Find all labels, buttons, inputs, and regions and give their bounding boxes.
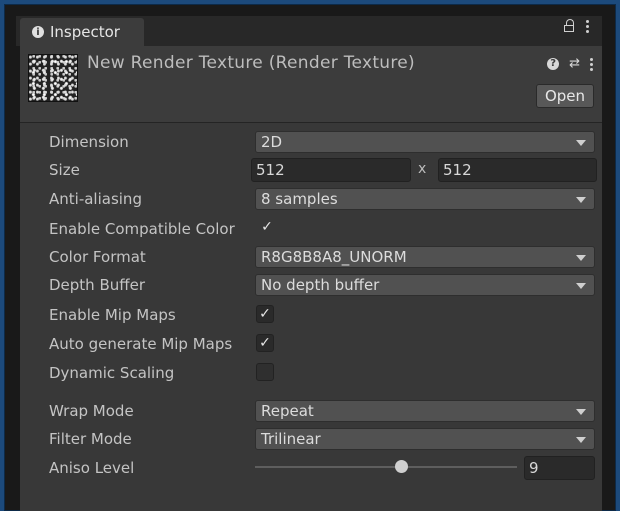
- asset-title: New Render Texture (Render Texture): [87, 53, 415, 73]
- size-width-field[interactable]: 512: [251, 158, 411, 182]
- dynamic-scaling-checkbox[interactable]: [256, 363, 274, 381]
- chevron-down-icon: [576, 140, 586, 146]
- row-depth-buffer: Depth Buffer No depth buffer: [20, 274, 602, 298]
- header-tools: ? ⇄: [547, 56, 594, 71]
- dimension-label: Dimension: [49, 133, 129, 151]
- color-format-value: R8G8B8A8_UNORM: [261, 248, 407, 266]
- row-auto-mip: Auto generate Mip Maps ✓: [20, 333, 602, 357]
- aniso-level-field[interactable]: 9: [524, 456, 595, 480]
- asset-header: New Render Texture (Render Texture) ? ⇄ …: [20, 46, 602, 123]
- row-color-format: Color Format R8G8B8A8_UNORM: [20, 246, 602, 270]
- size-separator: x: [418, 161, 427, 177]
- color-format-label: Color Format: [49, 248, 146, 266]
- tab-inspector[interactable]: i Inspector: [20, 18, 144, 46]
- help-icon[interactable]: ?: [547, 57, 560, 70]
- row-mip-maps: Enable Mip Maps ✓: [20, 304, 602, 328]
- compatible-color-checkbox[interactable]: ✓: [258, 219, 276, 237]
- wrap-mode-value: Repeat: [261, 402, 314, 420]
- size-label: Size: [49, 161, 80, 179]
- auto-mip-label: Auto generate Mip Maps: [49, 335, 233, 353]
- row-compatible-color: Enable Compatible Color ✓: [20, 218, 602, 242]
- row-aniso-level: Aniso Level 9: [20, 456, 602, 480]
- row-anti-aliasing: Anti-aliasing 8 samples: [20, 188, 602, 212]
- kebab-menu-icon[interactable]: [586, 19, 590, 33]
- depth-buffer-dropdown[interactable]: No depth buffer: [255, 274, 595, 296]
- row-wrap-mode: Wrap Mode Repeat: [20, 400, 602, 424]
- anti-aliasing-label: Anti-aliasing: [49, 190, 142, 208]
- row-dynamic-scaling: Dynamic Scaling: [20, 362, 602, 386]
- open-button[interactable]: Open: [536, 84, 594, 108]
- chevron-down-icon: [576, 409, 586, 415]
- row-size: Size 512 x 512: [20, 158, 602, 182]
- anti-aliasing-value: 8 samples: [261, 190, 338, 208]
- dynamic-scaling-label: Dynamic Scaling: [49, 364, 175, 382]
- row-dimension: Dimension 2D: [20, 131, 602, 155]
- inspector-content: New Render Texture (Render Texture) ? ⇄ …: [20, 46, 602, 511]
- filter-mode-dropdown[interactable]: Trilinear: [255, 428, 595, 450]
- dimension-dropdown[interactable]: 2D: [255, 131, 595, 153]
- size-height-field[interactable]: 512: [438, 158, 597, 182]
- aniso-slider-track[interactable]: [255, 466, 517, 468]
- mip-maps-checkbox[interactable]: ✓: [256, 305, 274, 323]
- color-format-dropdown[interactable]: R8G8B8A8_UNORM: [255, 246, 595, 268]
- aniso-slider-handle[interactable]: [395, 460, 408, 473]
- depth-buffer-label: Depth Buffer: [49, 276, 145, 294]
- tab-tools: [564, 19, 590, 33]
- row-filter-mode: Filter Mode Trilinear: [20, 428, 602, 452]
- texture-thumbnail: [28, 54, 78, 102]
- filter-mode-label: Filter Mode: [49, 430, 132, 448]
- chevron-down-icon: [576, 197, 586, 203]
- wrap-mode-label: Wrap Mode: [49, 402, 134, 420]
- tab-label: Inspector: [50, 23, 120, 41]
- wrap-mode-dropdown[interactable]: Repeat: [255, 400, 595, 422]
- chevron-down-icon: [576, 437, 586, 443]
- aniso-level-label: Aniso Level: [49, 459, 135, 477]
- mip-maps-label: Enable Mip Maps: [49, 306, 176, 324]
- presets-icon[interactable]: ⇄: [569, 56, 580, 71]
- info-icon: i: [32, 26, 44, 38]
- auto-mip-checkbox[interactable]: ✓: [256, 334, 274, 352]
- chevron-down-icon: [576, 283, 586, 289]
- lock-icon[interactable]: [564, 19, 576, 33]
- anti-aliasing-dropdown[interactable]: 8 samples: [255, 188, 595, 210]
- depth-buffer-value: No depth buffer: [261, 276, 380, 294]
- dimension-value: 2D: [261, 133, 283, 151]
- chevron-down-icon: [576, 255, 586, 261]
- kebab-menu-icon[interactable]: [590, 57, 594, 71]
- compatible-color-label: Enable Compatible Color: [49, 220, 235, 238]
- filter-mode-value: Trilinear: [261, 430, 321, 448]
